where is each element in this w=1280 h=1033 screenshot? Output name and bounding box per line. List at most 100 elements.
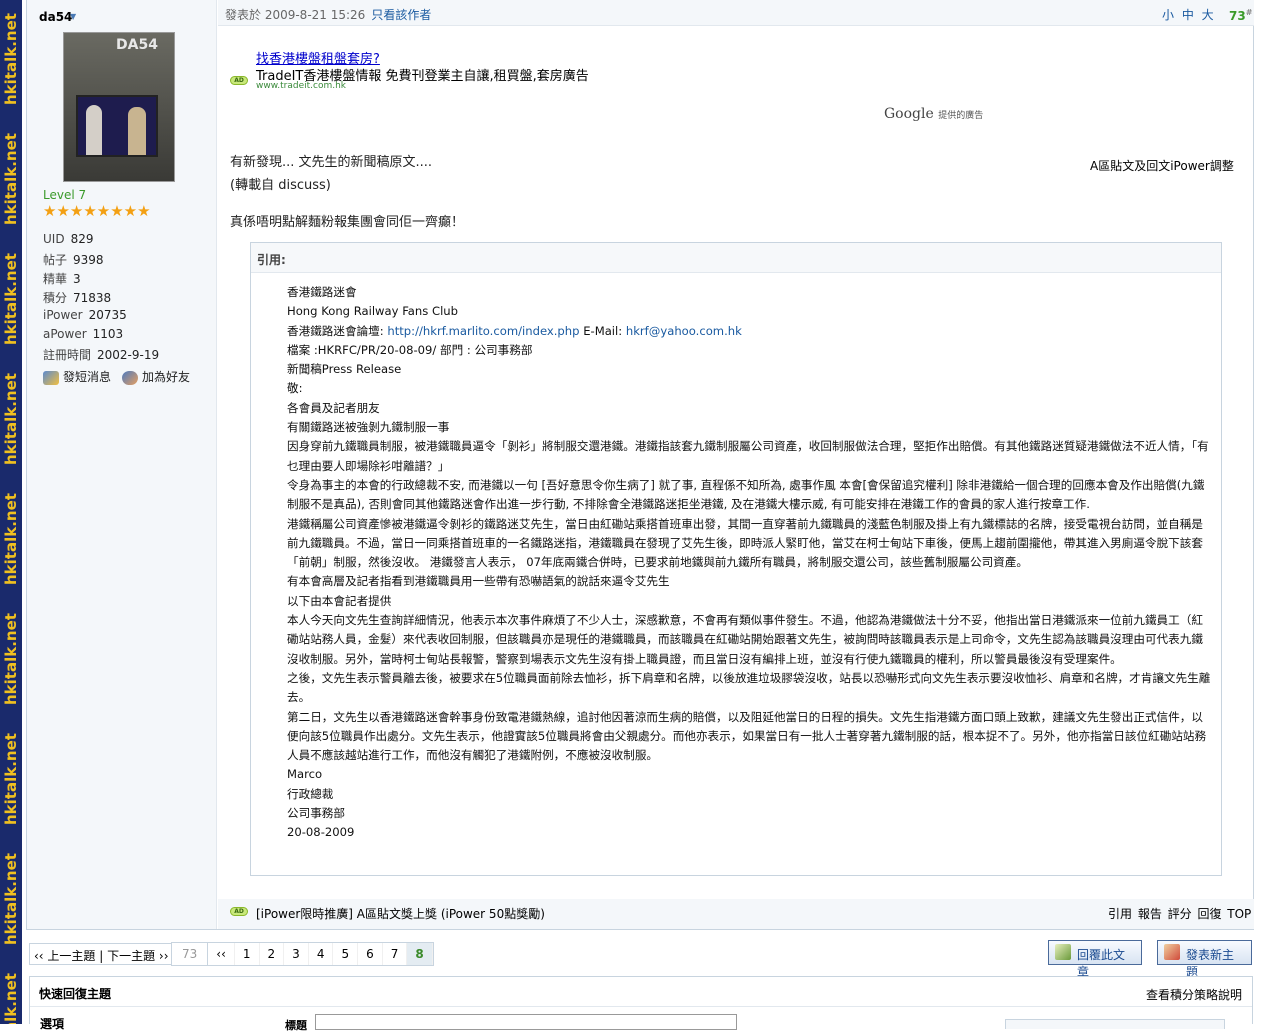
quote-line: 以下由本會記者提供 [287,593,392,608]
rank-stars: ★★★★★★★★ [43,202,151,220]
site-watermark-stripe: hkitalk.net hkitalk.net hkitalk.net hkitalk… [0,0,22,1024]
page-link[interactable]: 1 [235,943,260,965]
page-link[interactable]: 7 [383,943,408,965]
quote-line: 令身為事主的本會的行政總裁不安, 而港鐵以一句 [吾好意思令你生病了] 就了事,… [287,477,1205,512]
quote-body: 香港鐵路迷會 Hong Kong Railway Fans Club 香港鐵路迷… [287,283,1211,843]
current-page: 8 [407,943,433,965]
quote-line: 港鐵稱屬公司資產慘被港鐵逼令剝衫的鐵路迷艾先生，當日由紅磡站乘搭首班車出發，其間… [287,516,1203,570]
ipower-note: A區貼文及回文iPower調整 [1090,159,1234,173]
avatar-figure [86,105,102,155]
forum-post: da54 ▼ DA54 Level 7 ★★★★★★★★ UID 829 帖子 939… [26,0,1254,930]
post-main: 發表於 2009-8-21 15:26 只看該作者 小 中 大 73# AD 找香… [218,0,1254,929]
author-stat: aPower 1103 [43,327,123,341]
only-author-link[interactable]: 只看該作者 [371,8,431,22]
reply-title-input[interactable] [315,1014,737,1030]
page-link[interactable]: 6 [358,943,383,965]
forum-url-link[interactable]: http://hkrf.marlito.com/index.php [387,324,579,338]
quote-line: Hong Kong Railway Fans Club [287,304,459,319]
pagination: 73 ‹‹ 1 2 3 4 5 6 7 8 [171,942,434,966]
author-stat-key: 積分 [43,291,68,305]
author-stat-value: 9398 [73,253,104,267]
font-size-switch[interactable]: 小 中 大 [1162,6,1216,23]
promo-link[interactable]: [iPower限時推廣] A區貼文獎上獎 (iPower 50點獎勵) [256,905,545,922]
quote-line: 行政總裁 [287,786,334,801]
author-stat: 註冊時間 2002-9-19 [43,346,159,363]
avatar: DA54 [63,32,175,182]
quote-line: 有本會高層及記者指看到港鐵職員用一些帶有恐嚇語氣的說話來逼令艾先生 [287,574,670,589]
ad-url[interactable]: www.tradeit.com.hk [256,81,346,91]
first-page-link[interactable]: ‹‹ [208,943,235,965]
quote-line: 各會員及記者朋友 [287,400,380,415]
page-link[interactable]: 2 [260,943,285,965]
author-name[interactable]: da54 [39,10,72,24]
author-stat-key: 註冊時間 [43,348,92,362]
google-ads-text: 提供的廣告 [938,111,984,121]
post-body-line: 真係唔明點解麵粉報集團會同佢一齊癲！ [230,215,465,230]
quick-reply-title: 快速回復主題 [39,987,112,1001]
author-stat-key: 帖子 [43,253,68,267]
quote-line: 20-08-2009 [287,825,355,840]
author-sidebar: da54 ▼ DA54 Level 7 ★★★★★★★★ UID 829 帖子 939… [27,0,217,929]
quote-line: 因身穿前九鐵職員制服，被港鐵職員逼令「剝衫」將制服交還港鐵。港鐵指該套九鐵制服屬… [287,439,1209,473]
author-stat: 精華 3 [43,270,81,287]
prev-topic-link[interactable]: ‹‹ 上一主題 [34,949,95,963]
watermark-text: hkitalk.net [2,613,20,705]
quote-line: 新聞稿Press Release [287,362,402,377]
author-stat-key: UID [43,232,65,246]
add-friend-icon [122,370,138,385]
next-topic-link[interactable]: 下一主題 ›› [107,949,168,963]
floor-number-value: 73 [1229,9,1246,23]
author-menu-caret-icon[interactable]: ▼ [70,12,76,21]
quick-reply-panel: 快速回復主題 查看積分策略說明 選項 標題 [29,976,1253,1032]
title-label: 標題 [285,1019,307,1032]
email-label: E-Mail: [583,323,623,338]
page-link[interactable]: 3 [284,943,309,965]
ad-badge: AD [230,76,248,85]
author-level: Level 7 [43,188,87,202]
author-stat-value: 2002-9-19 [97,348,160,362]
post-body-line: (轉載自 discuss) [230,178,331,193]
avatar-label: DA54 [116,37,158,53]
watermark-text: hkitalk.net [2,133,20,225]
post-actions[interactable]: 引用 報告 評分 回復 TOP [1108,905,1251,922]
google-ads-label[interactable]: Google 提供的廣告 [884,106,983,122]
watermark-text: hkitalk.net [2,493,20,585]
reply-button-label: 回覆此文章 [1077,948,1126,979]
post-header: 發表於 2009-8-21 15:26 只看該作者 小 中 大 73# [218,0,1254,26]
post-footer: AD [iPower限時推廣] A區貼文獎上獎 (iPower 50點獎勵) 引… [218,899,1254,929]
quote-line: 香港鐵路迷會 [287,285,357,299]
new-topic-button[interactable]: 發表新主題 [1157,940,1252,979]
page-right-margin [1254,0,1280,1024]
page-link[interactable]: 4 [309,943,334,965]
quote-line: 公司事務部 [287,806,345,821]
post-body-line: 有新發現... 文先生的新聞稿原文.... [230,155,433,170]
floor-number[interactable]: 73# [1229,8,1252,23]
new-topic-icon [1164,944,1180,960]
quote-forum-line: 香港鐵路迷會論壇: http://hkrf.marlito.com/index.… [287,322,1211,341]
author-stat-key: iPower [43,308,83,322]
email-link[interactable]: hkrf@yahoo.com.hk [626,324,742,338]
author-stat-key: 精華 [43,272,68,286]
quote-line: 敬: [287,381,303,396]
reply-button[interactable]: 回覆此文章 [1048,940,1142,979]
points-policy-link[interactable]: 查看積分策略說明 [1146,986,1242,1003]
send-message-label: 發短消息 [63,370,112,384]
author-stat-value: 829 [70,232,94,246]
quote-line: 第二日，文先生以香港鐵路迷會幹事身份致電港鐵熱線，追討他因著涼而生病的賠償，以及… [287,709,1207,763]
send-message-button[interactable]: 發短消息 [43,368,111,385]
quote-block: 引用: 香港鐵路迷會 Hong Kong Railway Fans Club 香… [250,242,1222,876]
google-brand: Google [884,106,934,122]
add-friend-label: 加為好友 [142,370,191,384]
add-friend-button[interactable]: 加為好友 [122,368,190,385]
page-total: 73 [172,943,209,965]
author-stat-value: 1103 [92,327,124,341]
author-stat-value: 3 [73,272,81,286]
author-stat-key: aPower [43,327,87,341]
floor-mark: # [1245,8,1253,17]
author-stat: 帖子 9398 [43,251,104,268]
author-stat: 積分 71838 [43,289,111,306]
page-link[interactable]: 5 [333,943,359,965]
watermark-text: hkitalk.net [2,373,20,465]
new-topic-button-label: 發表新主題 [1186,948,1235,979]
post-time: 發表於 2009-8-21 15:26 [225,8,366,22]
